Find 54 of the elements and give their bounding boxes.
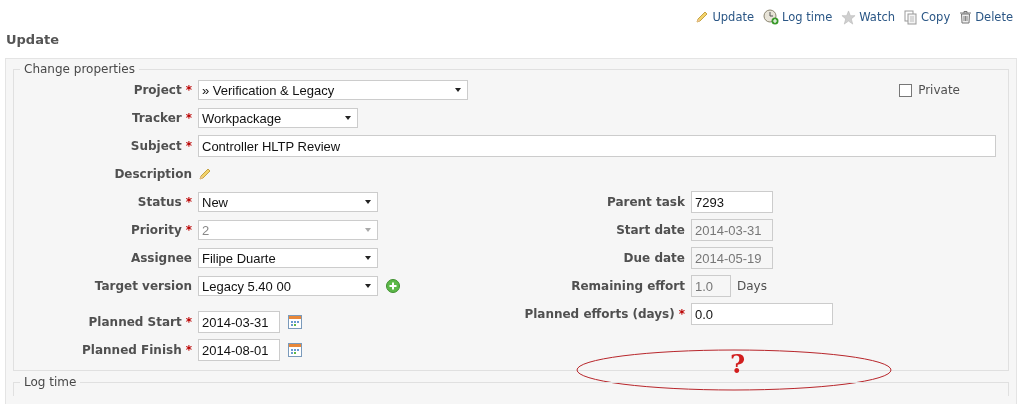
field-label: Tracker (132, 111, 182, 125)
calendar-icon[interactable] (288, 315, 302, 329)
required-mark: * (185, 83, 192, 97)
field-label: Priority (131, 223, 182, 237)
select-field[interactable]: Filipe Duarte (198, 248, 378, 268)
time-link[interactable]: Log time (763, 9, 833, 25)
clock-add-icon (763, 9, 780, 25)
fieldset-legend: Log time (20, 375, 81, 389)
required-mark: * (185, 111, 192, 125)
text-field[interactable]: 7293 (691, 191, 773, 213)
select-field[interactable]: » Verification & Legacy (198, 80, 468, 100)
required-mark: * (185, 343, 192, 357)
field-label: Assignee (130, 251, 192, 265)
pencil-icon (198, 167, 212, 181)
field-label: Start date (616, 223, 685, 237)
field-label: Planned Finish (82, 343, 182, 357)
text-field[interactable]: 0.0 (691, 303, 833, 325)
field-label: Planned efforts (days) (524, 307, 675, 321)
text-field[interactable]: Controller HLTP Review (198, 135, 996, 157)
star-icon (841, 9, 857, 25)
edit-link[interactable]: Update (695, 10, 755, 24)
copy-icon (904, 9, 919, 25)
page-heading: Update (6, 31, 60, 49)
unit-label: Days (737, 279, 767, 293)
required-mark: * (185, 139, 192, 153)
field-label: Target version (94, 279, 192, 293)
field-label: Subject (130, 139, 182, 153)
field-label: Planned Start (88, 315, 182, 329)
watch-link[interactable]: Watch (841, 9, 896, 25)
field-label: Due date (623, 251, 685, 265)
select-field[interactable]: Legacy 5.40 00 (198, 276, 378, 296)
pencil-icon (695, 10, 710, 24)
field-label: Parent task (606, 195, 685, 209)
copy-link[interactable]: Copy (904, 9, 951, 25)
checkbox-label: Private (918, 83, 960, 97)
select-field[interactable]: Workpackage (198, 108, 358, 128)
fieldset-legend: Change properties (20, 62, 139, 76)
trash-icon (959, 10, 973, 24)
date-field[interactable]: 2014-03-31 (198, 311, 280, 333)
delete-link[interactable]: Delete (959, 10, 1013, 24)
field-label: Description (114, 167, 192, 181)
field-label: Remaining effort (571, 279, 685, 293)
private-checkbox[interactable] (899, 83, 913, 97)
field-label: Status (137, 195, 182, 209)
required-mark: * (185, 315, 192, 329)
required-mark: * (678, 307, 685, 321)
select-field[interactable]: New (198, 192, 378, 212)
field-label: Project (133, 83, 182, 97)
required-mark: * (185, 223, 192, 237)
annotation-mark: ? (730, 350, 746, 378)
calendar-icon[interactable] (288, 343, 302, 357)
date-field[interactable]: 2014-08-01 (198, 339, 280, 361)
add-icon[interactable] (386, 279, 400, 293)
required-mark: * (185, 195, 192, 209)
